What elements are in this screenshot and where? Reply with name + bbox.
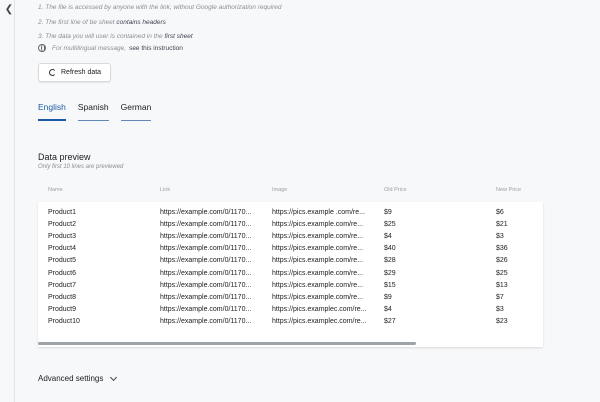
cell-old-price: $27 — [384, 317, 396, 325]
instruction-2: 2. The first line of be sheet contains h… — [38, 18, 282, 33]
cell-old-price: $4 — [384, 233, 392, 241]
cell-image: https://pics.example.com/re... — [272, 257, 364, 265]
sidebar-divider — [14, 0, 15, 402]
cell-link: https://example.com/0/1170... — [160, 221, 252, 229]
cell-image: https://pics.examplec.com/re... — [272, 305, 367, 313]
cell-image: https://pics.examplec.com/re... — [272, 317, 367, 325]
cell-old-price: $40 — [384, 245, 396, 253]
cell-link: https://example.com/0/1170... — [160, 281, 252, 289]
cell-new-price: $7 — [496, 293, 504, 301]
cell-link: https://example.com/0/1170... — [160, 317, 252, 325]
table-header: Name Link Image Old Price New Price — [38, 180, 543, 202]
language-tabs: English Spanish German — [38, 102, 163, 121]
tab-english[interactable]: English — [38, 102, 66, 121]
data-preview-subtitle: Only first 10 lines are previewed — [38, 164, 124, 170]
cell-image: https://pics.example.com/re... — [272, 233, 364, 241]
table-row: Product5 https://example.com/0/1170... htt… — [38, 255, 543, 267]
cell-link: https://example.com/0/1170... — [160, 293, 252, 301]
cell-name: Product4 — [48, 245, 77, 253]
table-row: Product2 https://example.com/0/1170... htt… — [38, 219, 543, 231]
cell-new-price: $6 — [496, 209, 504, 216]
cell-old-price: $9 — [384, 293, 392, 301]
column-header-new-price: New Price — [496, 187, 522, 193]
table-row: Product7 https://example.com/0/1170... htt… — [38, 280, 543, 292]
cell-new-price: $3 — [496, 233, 504, 241]
instruction-2-emphasis: contains headers — [116, 18, 166, 26]
cell-name: Product9 — [48, 305, 77, 313]
cell-image: https://pics.example.com/re... — [272, 269, 364, 277]
globe-icon — [38, 44, 46, 52]
cell-name: Product1 — [48, 209, 77, 216]
instruction-link[interactable]: see this instruction — [129, 45, 183, 52]
table-row: Product10 https://example.com/0/1170... ht… — [38, 316, 543, 328]
cell-old-price: $29 — [384, 269, 396, 277]
instruction-3-emphasis: first sheet — [164, 33, 193, 40]
cell-image: https://pics.example .com/re... — [272, 209, 365, 216]
column-header-old-price: Old Price — [384, 187, 407, 193]
refresh-data-button[interactable]: Refresh data — [38, 63, 111, 82]
cell-link: https://example.com/0/1170... — [160, 209, 252, 216]
column-header-name: Name — [48, 187, 63, 193]
tab-german[interactable]: German — [120, 102, 152, 121]
cell-new-price: $25 — [496, 269, 508, 277]
cell-new-price: $36 — [496, 245, 508, 253]
cell-name: Product2 — [48, 221, 77, 229]
cell-link: https://example.com/0/1170... — [160, 305, 252, 313]
cell-name: Product7 — [48, 281, 77, 289]
table-row: Product1 https://example.com/0/1170... htt… — [38, 207, 543, 219]
cell-old-price: $28 — [384, 257, 396, 265]
data-preview-title: Data preview — [38, 152, 91, 162]
cell-new-price: $3 — [496, 305, 504, 313]
cell-link: https://example.com/0/1170... — [160, 257, 252, 265]
horizontal-scrollbar[interactable] — [38, 342, 416, 345]
advanced-settings-toggle[interactable]: Advanced settings — [38, 373, 118, 383]
table-row: Product3 https://example.com/0/1170... htt… — [38, 231, 543, 243]
instruction-1: 1. The file is accessed by anyone with t… — [38, 3, 282, 18]
cell-new-price: $13 — [496, 281, 508, 289]
cell-new-price: $26 — [496, 257, 508, 265]
instruction-2-text: 2. The first line of be sheet — [38, 18, 117, 26]
refresh-icon — [49, 69, 56, 76]
cell-link: https://example.com/0/1170... — [160, 269, 252, 277]
advanced-settings-label: Advanced settings — [38, 374, 104, 383]
cell-name: Product10 — [48, 317, 80, 325]
multilingual-note-text: For multilingual message, — [52, 44, 127, 52]
cell-link: https://example.com/0/1170... — [160, 233, 252, 241]
cell-link: https://example.com/0/1170... — [160, 245, 252, 253]
chevron-down-icon — [110, 373, 118, 382]
cell-name: Product6 — [48, 269, 77, 277]
cell-image: https://pics.example.com/re... — [272, 281, 364, 289]
cell-old-price: $4 — [384, 305, 392, 313]
instruction-3-text: 3. The data you will user is contained i… — [38, 33, 165, 40]
cell-image: https://pics.example.com/re... — [272, 293, 364, 301]
data-preview-table: Product10 https://example.com/0/1170... ht… — [38, 202, 543, 347]
cell-old-price: $25 — [384, 221, 396, 229]
cell-image: https://pics.example.com/re... — [272, 221, 364, 229]
cell-name: Product5 — [48, 257, 77, 265]
cell-new-price: $23 — [496, 317, 508, 325]
cell-name: Product8 — [48, 293, 77, 301]
instructions-list: 1. The file is accessed by anyone with t… — [38, 3, 282, 47]
instruction-1-text: 1. The file is accessed by anyone with t… — [38, 4, 282, 11]
table-row: Product6 https://example.com/0/1170... htt… — [38, 268, 543, 280]
column-header-image: Image — [272, 187, 288, 193]
table-row: Product4 https://example.com/0/1170... htt… — [38, 243, 543, 255]
multilingual-note: For multilingual message, see this instr… — [38, 44, 183, 52]
refresh-data-label: Refresh data — [61, 69, 102, 76]
table-row: Product8 https://example.com/0/1170... htt… — [38, 292, 543, 304]
cell-old-price: $15 — [384, 281, 396, 289]
column-header-link: Link — [160, 187, 171, 193]
table-row: Product9 https://example.com/0/1170... htt… — [38, 304, 543, 316]
cell-new-price: $21 — [496, 221, 508, 229]
tab-spanish[interactable]: Spanish — [77, 102, 109, 121]
cell-name: Product3 — [48, 233, 77, 241]
cell-old-price: $9 — [384, 209, 392, 216]
cell-image: https://pics.example.com/re... — [272, 245, 364, 253]
